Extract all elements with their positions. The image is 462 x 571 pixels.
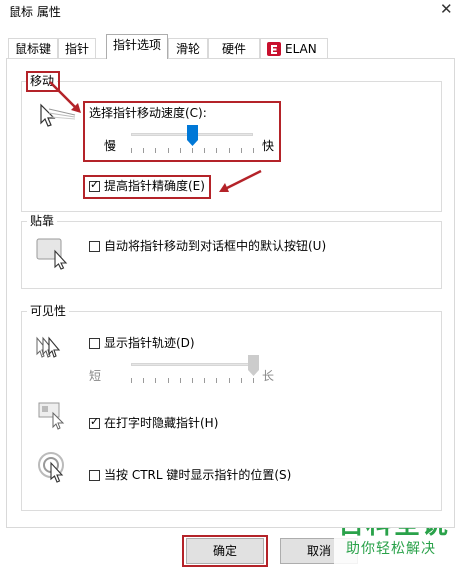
checkmark-icon: ✓ — [90, 178, 100, 191]
enhance-precision-label: 提高指针精确度(E) — [104, 179, 205, 193]
long-label: 长 — [262, 369, 275, 383]
trail-slider-track[interactable] — [131, 363, 253, 366]
elan-logo-icon — [267, 42, 281, 56]
slow-label: 慢 — [104, 139, 117, 153]
slider-tick — [228, 148, 230, 153]
slider-tick — [216, 148, 218, 153]
slider-tick — [143, 148, 145, 153]
slider-tick — [143, 378, 145, 383]
tab-wheel[interactable]: 滑轮 — [168, 38, 208, 58]
fast-label: 快 — [262, 139, 275, 153]
slider-tick — [131, 378, 132, 383]
pointer-trails-label: 显示指针轨迹(D) — [104, 336, 195, 350]
checkmark-icon: ✓ — [90, 415, 100, 428]
tab-elan-label: ELAN — [285, 42, 317, 56]
slider-tick — [179, 378, 181, 383]
tab-pointer-options[interactable]: 指针选项 — [106, 34, 168, 59]
trail-slider-thumb[interactable] — [247, 355, 259, 376]
slider-tick — [240, 378, 242, 383]
slider-tick — [204, 378, 206, 383]
slider-tick — [131, 148, 132, 153]
watermark-subtitle: 助你轻松解决 — [346, 541, 436, 557]
snap-group — [21, 221, 442, 289]
pointer-trails-icon — [36, 336, 61, 358]
annotation-arrow-precision — [219, 169, 262, 192]
snap-to-checkbox[interactable] — [89, 241, 100, 252]
hide-while-typing-label: 在打字时隐藏指针(H) — [104, 416, 219, 430]
slider-tick — [204, 148, 206, 153]
show-location-checkbox[interactable] — [89, 470, 100, 481]
short-label: 短 — [89, 369, 102, 383]
slider-tick — [253, 378, 254, 383]
show-location-label: 当按 CTRL 键时显示指针的位置(S) — [104, 468, 292, 482]
slider-tick — [179, 148, 181, 153]
hide-while-typing-checkbox[interactable]: ✓ — [89, 415, 100, 429]
slider-tick — [228, 378, 230, 383]
show-location-icon — [38, 452, 64, 483]
slider-tick — [192, 378, 193, 383]
annotation-box-ok — [182, 535, 268, 567]
speed-slider-thumb[interactable] — [186, 125, 198, 146]
pointer-trails-checkbox[interactable] — [89, 338, 100, 349]
window-title: 鼠标 属性 — [9, 5, 61, 19]
enhance-precision-checkbox[interactable]: ✓ — [89, 178, 100, 192]
slider-tick — [240, 148, 242, 153]
tab-panel: 移动 选择指针移动速度(C): 慢 快 ✓ 提高指针精确度(E) 贴靠 自动将指… — [6, 58, 455, 528]
slider-tick — [253, 148, 254, 153]
snap-to-icon — [36, 238, 68, 270]
tab-pointers[interactable]: 指针 — [58, 38, 96, 58]
tab-elan[interactable]: ELAN — [260, 38, 328, 58]
tab-hardware[interactable]: 硬件 — [208, 38, 260, 58]
slider-tick — [192, 148, 193, 153]
slider-tick — [167, 148, 169, 153]
slider-tick — [155, 148, 157, 153]
annotation-arrow-speed — [49, 81, 81, 113]
slider-tick — [167, 378, 169, 383]
close-icon[interactable]: ✕ — [440, 0, 453, 18]
snap-group-label: 贴靠 — [27, 214, 58, 228]
tab-buttons[interactable]: 鼠标键 — [8, 38, 58, 58]
hide-while-typing-icon — [38, 402, 65, 430]
slider-tick — [155, 378, 157, 383]
snap-to-label: 自动将指针移动到对话框中的默认按钮(U) — [104, 239, 327, 253]
slider-tick — [216, 378, 218, 383]
speed-label: 选择指针移动速度(C): — [89, 106, 207, 120]
visibility-group-label: 可见性 — [27, 304, 70, 318]
